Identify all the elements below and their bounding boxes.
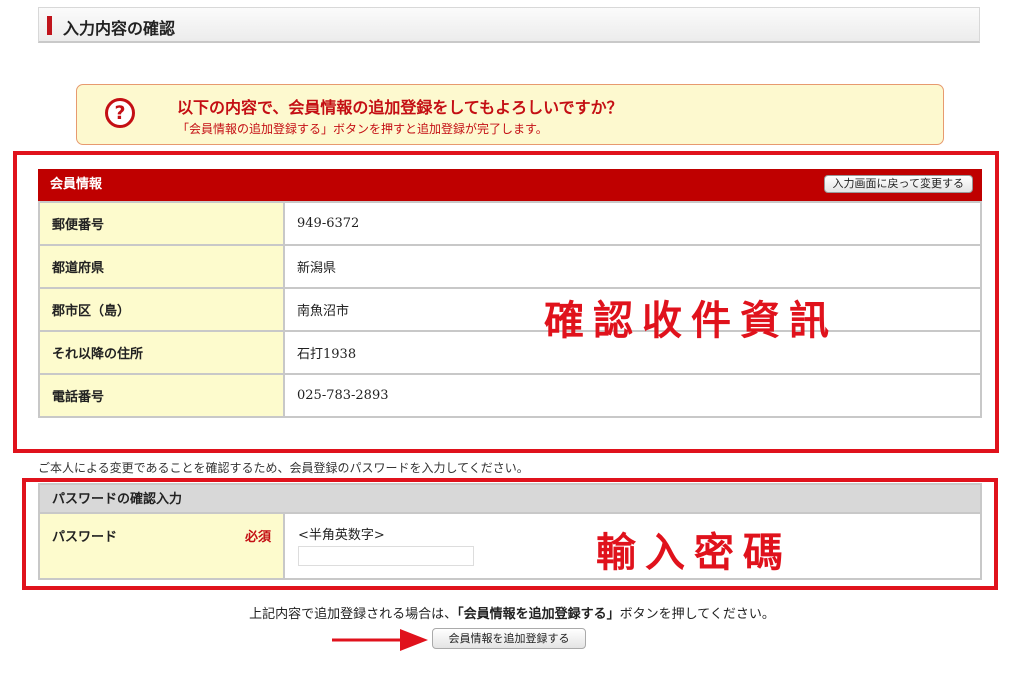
required-badge: 必須: [244, 530, 271, 545]
password-label: パスワード: [52, 530, 118, 545]
confirm-question: 以下の内容で、会員情報の追加登録をしてもよろしいですか？: [177, 98, 623, 117]
table-row: それ以降の住所 石打1938: [38, 330, 982, 375]
confirm-subtext: 「会員情報の追加登録する」ボタンを押すと追加登録が完了します。: [177, 122, 548, 136]
member-section-header: 会員情報 入力画面に戻って変更する: [38, 169, 982, 201]
phone-label: 電話番号: [38, 373, 285, 418]
submit-instruction: 上記内容で追加登録される場合は、「会員情報を追加登録する」ボタンを押してください…: [0, 603, 1024, 622]
city-label: 郡市区（島）: [38, 287, 285, 332]
postal-code-label: 郵便番号: [38, 201, 285, 246]
table-row: 電話番号 025-783-2893: [38, 373, 982, 418]
phone-value: 025-783-2893: [283, 373, 982, 418]
postal-code-value: 949-6372: [283, 201, 982, 246]
table-row: 都道府県 新潟県: [38, 244, 982, 289]
member-info-table: 郵便番号 949-6372 都道府県 新潟県 郡市区（島） 南魚沼市 それ以降の…: [38, 201, 982, 418]
member-section-title: 会員情報: [50, 177, 103, 192]
confirm-notice: ? 以下の内容で、会員情報の追加登録をしてもよろしいですか？ 「会員情報の追加登…: [76, 84, 944, 145]
password-hint: <半角英数字>: [298, 528, 385, 543]
page-header: 入力内容の確認: [38, 7, 980, 43]
prefecture-value: 新潟県: [283, 244, 982, 289]
member-annotation-caption: 確認收件資訊: [544, 298, 838, 344]
table-row: 郵便番号 949-6372: [38, 201, 982, 246]
arrow-right-icon: [332, 629, 428, 651]
password-row: パスワード 必須 <半角英数字>: [38, 514, 982, 580]
submit-instruction-suffix: ボタンを押してください。: [619, 607, 775, 622]
add-member-info-button[interactable]: 会員情報を追加登録する: [432, 628, 586, 649]
password-annotation-caption: 輸入密碼: [596, 530, 792, 576]
page-title: 入力内容の確認: [63, 19, 176, 38]
submit-instruction-button-name: 「会員情報を追加登録する」: [457, 607, 620, 622]
question-circle-icon: ?: [105, 98, 135, 128]
submit-instruction-prefix: 上記内容で追加登録される場合は、: [249, 607, 458, 622]
password-section-header: パスワードの確認入力: [38, 483, 982, 514]
prefecture-label: 都道府県: [38, 244, 285, 289]
header-accent-bar: [47, 16, 52, 35]
back-to-edit-button[interactable]: 入力画面に戻って変更する: [823, 175, 973, 193]
password-section-title: パスワードの確認入力: [52, 492, 183, 507]
password-input[interactable]: [298, 546, 474, 566]
password-label-cell: パスワード 必須: [40, 514, 285, 578]
password-note: ご本人による変更であることを確認するため、会員登録のパスワードを入力してください…: [38, 461, 529, 475]
address-label: それ以降の住所: [38, 330, 285, 375]
table-row: 郡市区（島） 南魚沼市: [38, 287, 982, 332]
